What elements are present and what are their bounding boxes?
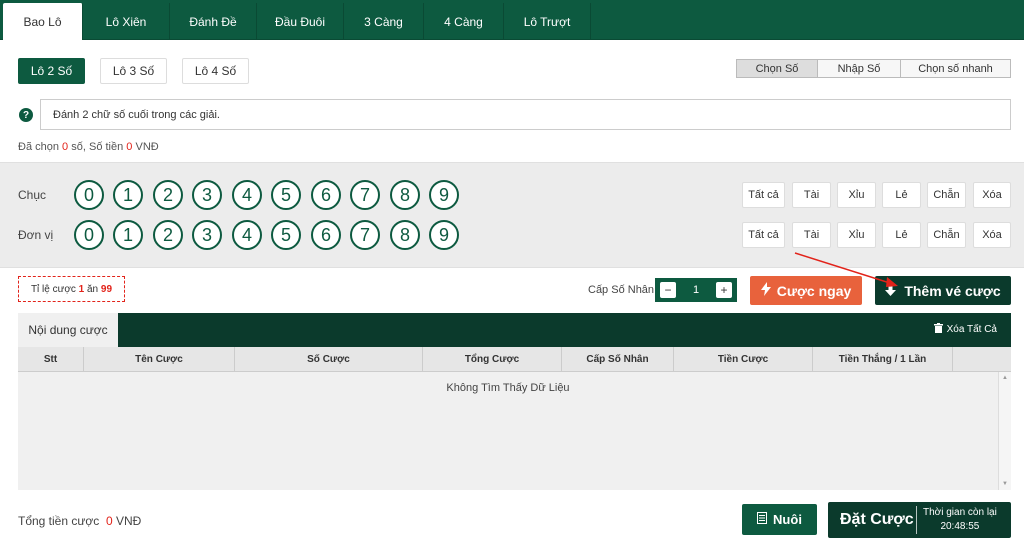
ball-don-vi-5[interactable]: 5 — [271, 220, 301, 250]
col-tong-cuoc: Tổng Cược — [423, 347, 562, 371]
number-board — [0, 162, 1024, 268]
rule-description: Đánh 2 chữ số cuối trong các giải. — [40, 99, 1011, 130]
table-scrollbar[interactable]: ▲ ▼ — [998, 372, 1011, 490]
col-actions — [953, 347, 1011, 371]
ball-chuc-6[interactable]: 6 — [311, 180, 341, 210]
multiplier-label: Cấp Số Nhân — [588, 284, 655, 296]
bet-content-header: Nội dung cược Xóa Tất Cả — [18, 313, 1011, 347]
row-label-don-vi: Đơn vị — [18, 228, 54, 242]
ball-don-vi-1[interactable]: 1 — [113, 220, 143, 250]
place-bet-button[interactable]: Đặt Cược Thời gian còn lại 20:48:55 — [828, 502, 1011, 538]
row-label-chuc: Chục — [18, 188, 47, 202]
game-tabs: Bao Lô Lô Xiên Đánh Đề Đầu Đuôi 3 Càng 4… — [0, 0, 1024, 40]
countdown: Thời gian còn lại 20:48:55 — [923, 507, 997, 532]
mode-chon-so[interactable]: Chọn Số — [737, 60, 818, 77]
quick-xiu-chuc[interactable]: Xỉu — [837, 182, 876, 208]
ball-chuc-0[interactable]: 0 — [74, 180, 104, 210]
ball-don-vi-8[interactable]: 8 — [390, 220, 420, 250]
tab-4-cang[interactable]: 4 Càng — [424, 3, 504, 40]
mode-chon-so-nhanh[interactable]: Chọn số nhanh — [901, 60, 1010, 77]
quick-all-chuc[interactable]: Tất cả — [742, 182, 785, 208]
ball-don-vi-4[interactable]: 4 — [232, 220, 262, 250]
tab-bet-content[interactable]: Nội dung cược — [18, 313, 118, 347]
subtype-lo-4-so[interactable]: Lô 4 Số — [182, 58, 249, 84]
tab-3-cang[interactable]: 3 Càng — [344, 3, 424, 40]
clear-all-button[interactable]: Xóa Tất Cả — [933, 323, 997, 336]
subtype-lo-2-so[interactable]: Lô 2 Số — [18, 58, 85, 84]
arrow-down-icon — [885, 283, 897, 299]
nuoi-button[interactable]: Nuôi — [742, 504, 817, 535]
quick-chan-chuc[interactable]: Chẵn — [927, 182, 966, 208]
quick-le-chuc[interactable]: Lẻ — [882, 182, 921, 208]
ball-don-vi-3[interactable]: 3 — [192, 220, 222, 250]
multiplier-plus-button[interactable]: + — [716, 282, 732, 298]
col-tien-thang: Tiền Thắng / 1 Lần — [813, 347, 953, 371]
ball-chuc-8[interactable]: 8 — [390, 180, 420, 210]
multiplier-stepper: − 1 + — [655, 278, 737, 302]
col-so-cuoc: Số Cược — [235, 347, 423, 371]
document-icon — [757, 512, 768, 527]
trash-icon — [933, 323, 943, 336]
col-tien-cuoc: Tiền Cược — [674, 347, 813, 371]
tab-dau-duoi[interactable]: Đầu Đuôi — [257, 3, 344, 40]
selection-summary: Đã chọn 0 số, Số tiền 0 VNĐ — [18, 141, 159, 153]
add-ticket-button[interactable]: Thêm vé cược — [875, 276, 1011, 305]
ball-chuc-3[interactable]: 3 — [192, 180, 222, 210]
tab-danh-de[interactable]: Đánh Đề — [170, 3, 257, 40]
subtype-lo-3-so[interactable]: Lô 3 Số — [100, 58, 167, 84]
odds-box: Tỉ lệ cược 1 ăn 99 — [18, 276, 125, 302]
multiplier-value[interactable]: 1 — [693, 284, 699, 296]
ball-don-vi-2[interactable]: 2 — [153, 220, 183, 250]
ball-don-vi-6[interactable]: 6 — [311, 220, 341, 250]
ball-chuc-4[interactable]: 4 — [232, 180, 262, 210]
scroll-down-icon[interactable]: ▼ — [1002, 481, 1008, 487]
scroll-up-icon[interactable]: ▲ — [1002, 375, 1008, 381]
quick-le-don-vi[interactable]: Lẻ — [882, 222, 921, 248]
tab-lo-xien[interactable]: Lô Xiên — [83, 3, 170, 40]
lightning-icon — [760, 282, 771, 299]
quick-chan-don-vi[interactable]: Chẵn — [927, 222, 966, 248]
bet-table-body: Không Tìm Thấy Dữ Liệu — [18, 372, 998, 490]
col-stt: Stt — [18, 347, 84, 371]
divider — [916, 506, 917, 534]
quick-all-don-vi[interactable]: Tất cả — [742, 222, 785, 248]
ball-chuc-5[interactable]: 5 — [271, 180, 301, 210]
ball-don-vi-7[interactable]: 7 — [350, 220, 380, 250]
total-bet: Tổng tiền cược 0 VNĐ — [18, 514, 142, 528]
help-icon: ? — [19, 108, 33, 122]
ball-don-vi-9[interactable]: 9 — [429, 220, 459, 250]
quick-tai-don-vi[interactable]: Tài — [792, 222, 831, 248]
quick-xiu-don-vi[interactable]: Xỉu — [837, 222, 876, 248]
col-ten-cuoc: Tên Cược — [84, 347, 235, 371]
ball-chuc-7[interactable]: 7 — [350, 180, 380, 210]
quick-tai-chuc[interactable]: Tài — [792, 182, 831, 208]
multiplier-minus-button[interactable]: − — [660, 282, 676, 298]
bet-table-header: Stt Tên Cược Số Cược Tổng Cược Cấp Số Nh… — [18, 347, 1011, 372]
ball-chuc-9[interactable]: 9 — [429, 180, 459, 210]
ball-chuc-2[interactable]: 2 — [153, 180, 183, 210]
col-cap-so-nhan: Cấp Số Nhân — [562, 347, 674, 371]
tab-lo-truot[interactable]: Lô Trượt — [504, 3, 591, 40]
bet-now-button[interactable]: Cược ngay — [750, 276, 862, 305]
tab-bao-lo[interactable]: Bao Lô — [3, 3, 83, 40]
input-mode-group: Chọn Số Nhập Số Chọn số nhanh — [736, 59, 1011, 78]
quick-clear-chuc[interactable]: Xóa — [973, 182, 1011, 208]
mode-nhap-so[interactable]: Nhập Số — [818, 60, 901, 77]
ball-don-vi-0[interactable]: 0 — [74, 220, 104, 250]
quick-clear-don-vi[interactable]: Xóa — [973, 222, 1011, 248]
ball-chuc-1[interactable]: 1 — [113, 180, 143, 210]
empty-message: Không Tìm Thấy Dữ Liệu — [446, 382, 570, 394]
